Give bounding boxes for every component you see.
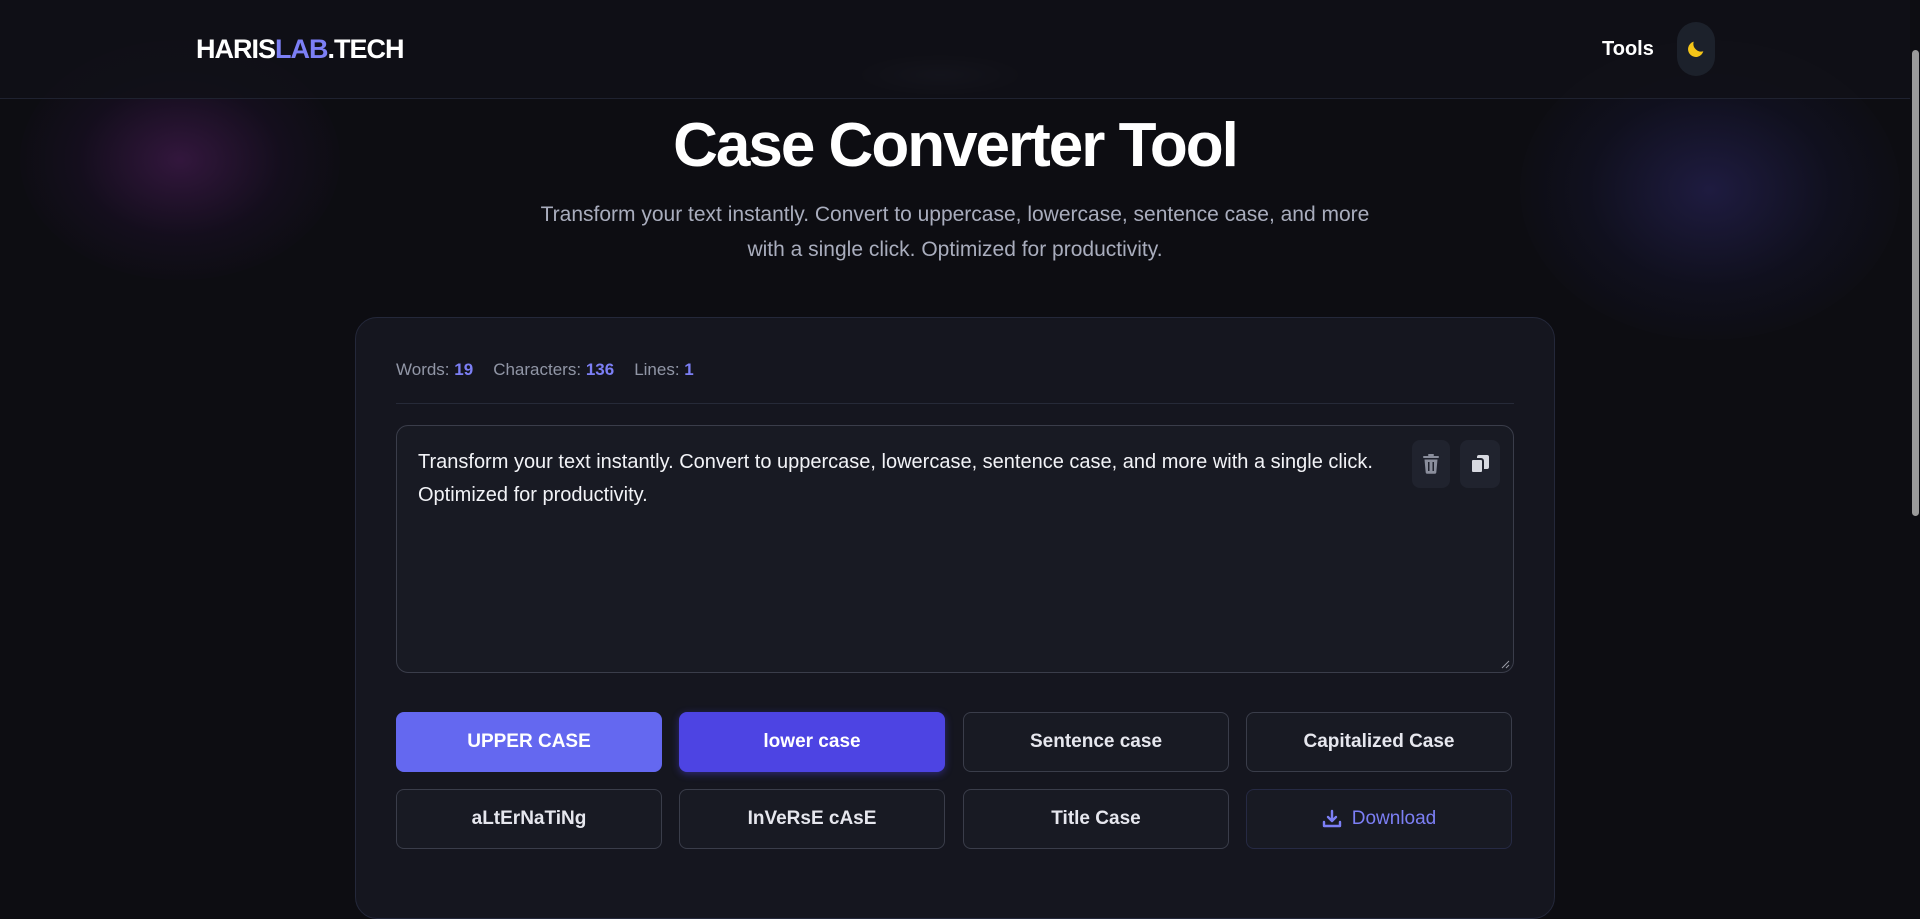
nav-link-tools[interactable]: Tools	[1602, 38, 1654, 61]
inverse-case-button[interactable]: InVeRsE cAsE	[679, 789, 945, 849]
stat-characters-label: Characters:	[493, 360, 582, 379]
stats-divider	[396, 403, 1514, 404]
trash-icon	[1423, 454, 1439, 474]
page-title: Case Converter Tool	[673, 111, 1239, 180]
logo-part-lab: LAB	[275, 34, 328, 64]
site-header: HARISLAB.TECH Tools	[0, 0, 1910, 99]
page-scrollbar[interactable]	[1910, 0, 1920, 869]
scrollbar-thumb[interactable]	[1912, 50, 1919, 516]
clear-text-button[interactable]	[1412, 440, 1450, 488]
text-input[interactable]: Transform your text instantly. Convert t…	[396, 425, 1514, 673]
logo-part-haris: HARIS	[196, 34, 276, 64]
text-stats: Words: 19 Characters: 136 Lines: 1	[396, 360, 694, 380]
logo-part-tech: .TECH	[327, 34, 405, 64]
stat-lines-label: Lines:	[634, 360, 680, 379]
stat-characters-value: 136	[585, 360, 615, 379]
copy-text-button[interactable]	[1460, 440, 1500, 488]
site-logo[interactable]: HARISLAB.TECH	[196, 34, 405, 65]
download-icon	[1322, 809, 1341, 828]
stat-characters: Characters: 136	[493, 360, 614, 380]
copy-icon	[1470, 455, 1489, 474]
page-subtitle: Transform your text instantly. Convert t…	[540, 203, 1370, 261]
stat-words: Words: 19	[396, 360, 473, 380]
converter-card: Words: 19 Characters: 136 Lines: 1 Trans…	[355, 317, 1555, 919]
alternating-case-button[interactable]: aLtErNaTiNg	[396, 789, 662, 849]
upper-case-button[interactable]: UPPER CASE	[396, 712, 662, 772]
theme-toggle-button[interactable]	[1677, 22, 1715, 76]
capitalized-case-button[interactable]: Capitalized Case	[1246, 712, 1512, 772]
download-label: Download	[1351, 808, 1437, 829]
stat-words-label: Words:	[396, 360, 450, 379]
lower-case-button[interactable]: lower case	[679, 712, 945, 772]
download-button[interactable]: Download	[1246, 789, 1512, 849]
stat-words-value: 19	[454, 360, 474, 379]
sentence-case-button[interactable]: Sentence case	[963, 712, 1229, 772]
text-input-content[interactable]: Transform your text instantly. Convert t…	[418, 446, 1428, 512]
stat-lines-value: 1	[684, 360, 694, 379]
resize-handle-icon[interactable]	[1501, 660, 1510, 669]
moon-icon	[1688, 41, 1704, 57]
stat-lines: Lines: 1	[634, 360, 694, 380]
title-case-button[interactable]: Title Case	[963, 789, 1229, 849]
